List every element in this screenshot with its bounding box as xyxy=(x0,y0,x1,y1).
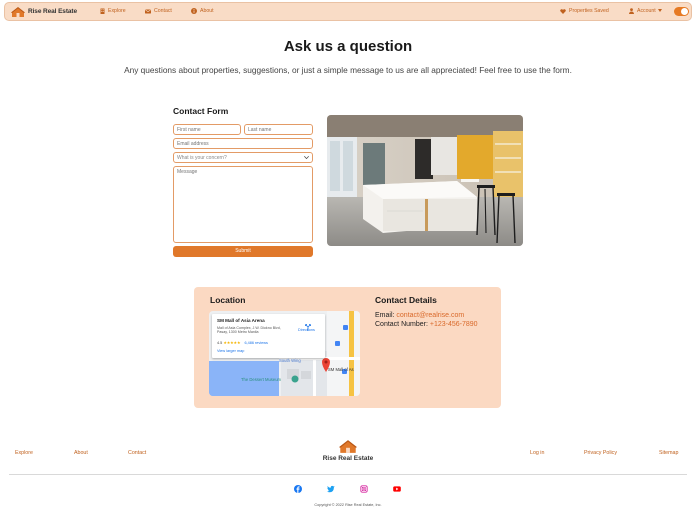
mail-icon xyxy=(145,9,151,14)
nav-explore-label: Explore xyxy=(108,8,126,14)
nav-about-label: About xyxy=(200,8,214,14)
toggle-knob xyxy=(681,8,688,15)
footer-explore-link[interactable]: Explore xyxy=(15,450,33,456)
contact-phone-link[interactable]: +123-456-7890 xyxy=(430,321,478,328)
rating-stars: ★★★★★ xyxy=(223,341,241,345)
map-place-card: SM Mall of Asia Arena Mall of Asia Compl… xyxy=(212,314,325,358)
contact-email-row: Email: contact@realrise.com xyxy=(375,312,464,319)
contact-form-title: Contact Form xyxy=(173,106,229,116)
contact-email-link[interactable]: contact@realrise.com xyxy=(396,312,464,319)
directions-link[interactable]: Directions xyxy=(298,328,315,332)
map-place-rating: 4.5 ★★★★★ 6,486 reviews xyxy=(217,340,268,345)
directions-icon[interactable] xyxy=(304,318,312,336)
footer-about-link[interactable]: About xyxy=(74,450,88,456)
user-icon xyxy=(629,8,634,14)
kitchen-photo xyxy=(327,115,523,246)
message-textarea[interactable] xyxy=(173,166,313,243)
page-title: Ask us a question xyxy=(283,38,413,55)
footer-sitemap-link[interactable]: Sitemap xyxy=(659,450,678,456)
map-label-dessert-museum: The Dessert Museum xyxy=(241,377,282,382)
map-label-pin: SM Mall of As xyxy=(328,367,354,372)
nav-properties-saved-label: Properties Saved xyxy=(569,8,609,14)
chevron-down-icon xyxy=(304,155,309,161)
contact-phone-row: Contact Number: +123-456-7890 xyxy=(375,321,478,328)
nav-contact[interactable]: Contact xyxy=(145,8,172,14)
contact-details-title: Contact Details xyxy=(375,295,437,305)
rating-value: 4.5 xyxy=(217,341,223,345)
twitter-icon[interactable] xyxy=(327,485,335,493)
concern-select-value: What is your concern? xyxy=(177,154,227,161)
map-place-name: SM Mall of Asia Arena xyxy=(217,318,265,323)
house-logo-icon xyxy=(11,6,25,17)
reviews-link[interactable]: 6,486 reviews xyxy=(244,341,267,345)
facebook-icon[interactable] xyxy=(294,485,302,493)
navbar: Rise Real Estate Explore Contact About P… xyxy=(4,2,692,21)
info-icon xyxy=(191,8,197,14)
youtube-icon[interactable] xyxy=(393,485,401,493)
chevron-down-icon xyxy=(657,8,662,14)
map-place-address: Mall of Asia Complex, J.W. Diokno Blvd, … xyxy=(217,326,281,335)
contact-phone-label: Contact Number: xyxy=(375,321,428,328)
concern-select[interactable]: What is your concern? xyxy=(173,152,313,163)
view-larger-map-link[interactable]: View larger map xyxy=(217,349,244,353)
footer-login-link[interactable]: Log in xyxy=(530,450,544,456)
theme-toggle[interactable] xyxy=(674,7,689,16)
copyright: Copyright © 2022 Rise Real Estate, Inc. xyxy=(314,503,382,507)
brand[interactable]: Rise Real Estate xyxy=(11,6,77,17)
nav-contact-label: Contact xyxy=(154,8,172,14)
email-input[interactable] xyxy=(173,138,313,149)
instagram-icon[interactable] xyxy=(360,485,368,493)
heart-icon xyxy=(560,8,566,14)
nav-about[interactable]: About xyxy=(191,8,214,14)
page-subtitle: Any questions about properties, suggesti… xyxy=(124,65,572,75)
contact-email-label: Email: xyxy=(375,312,395,319)
nav-explore[interactable]: Explore xyxy=(100,8,126,14)
house-logo-icon[interactable] xyxy=(339,440,357,453)
map-label-south-wing: South Wing xyxy=(279,358,301,363)
footer-brand: Rise Real Estate xyxy=(322,455,374,462)
brand-name: Rise Real Estate xyxy=(28,8,77,15)
footer-divider xyxy=(9,474,687,475)
location-title: Location xyxy=(210,295,246,305)
submit-button[interactable]: Submit xyxy=(173,246,313,257)
nav-account-dropdown[interactable]: Account xyxy=(629,8,662,14)
nav-account-label: Account xyxy=(637,8,656,14)
building-icon xyxy=(100,8,105,14)
first-name-input[interactable] xyxy=(173,124,241,135)
last-name-input[interactable] xyxy=(244,124,313,135)
nav-properties-saved[interactable]: Properties Saved xyxy=(560,8,609,14)
footer-contact-link[interactable]: Contact xyxy=(128,450,146,456)
footer-privacy-link[interactable]: Privacy Policy xyxy=(584,450,617,456)
